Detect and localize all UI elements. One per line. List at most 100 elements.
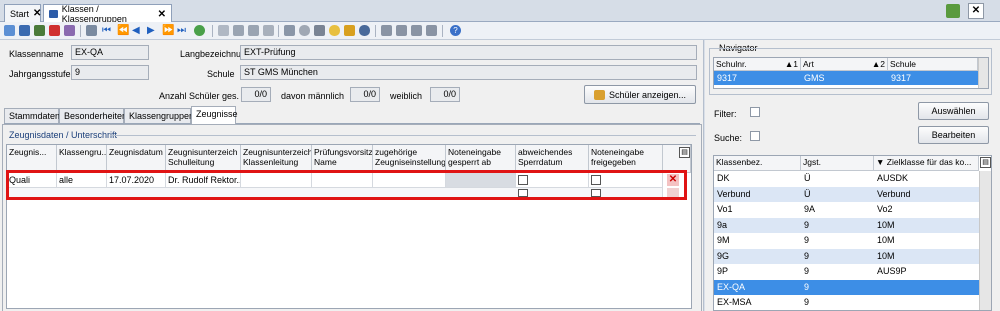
column-chooser-icon[interactable]: ▤: [980, 157, 991, 168]
close-icon[interactable]: ✕: [158, 9, 166, 20]
class-cell-bez: 9P: [717, 266, 729, 276]
col-header-sperrdatum[interactable]: abweichendes Sperrdatum: [516, 145, 589, 173]
class-list: Klassenbez. Jgst. ▼ Zielklasse für das k…: [713, 155, 992, 311]
weiblich-field: 0/0: [430, 87, 460, 102]
help-icon[interactable]: ?: [450, 25, 461, 36]
group-icon[interactable]: [411, 25, 422, 36]
report-icon[interactable]: [314, 25, 325, 36]
refresh-icon[interactable]: [194, 25, 205, 36]
prev-record-icon[interactable]: ◀: [132, 25, 143, 36]
class-cell-jgst: 9A: [804, 204, 816, 214]
class-list-item[interactable]: 9a 9 10M: [714, 217, 979, 233]
class-cell-ziel: AUS9P: [877, 266, 907, 276]
schule-field[interactable]: ST GMS München: [240, 65, 697, 80]
prev-page-icon[interactable]: ⏪: [117, 25, 129, 36]
school-row-selected[interactable]: 9317 GMS 9317: [714, 71, 978, 85]
first-record-icon[interactable]: ⏮: [102, 25, 113, 36]
next-record-icon[interactable]: ▶: [147, 25, 158, 36]
class-list-item[interactable]: Vo1 9A Vo2: [714, 202, 979, 217]
copy-icon[interactable]: [86, 25, 97, 36]
col-klassenbez[interactable]: Klassenbez.: [714, 156, 801, 171]
next-page-icon[interactable]: ⏩: [162, 25, 174, 36]
cut-icon[interactable]: [233, 25, 244, 36]
tag-icon[interactable]: [344, 25, 355, 36]
col-header-klassenleitung[interactable]: Zeugnisunterzeich Klassenleitung: [241, 145, 312, 173]
column-chooser-icon[interactable]: ▤: [679, 147, 690, 158]
col-header-klassengruppe[interactable]: Klassengru...: [57, 145, 107, 173]
schueler-anzeigen-button[interactable]: Schüler anzeigen...: [584, 85, 696, 104]
save-icon[interactable]: [19, 25, 30, 36]
class-list-item[interactable]: 9G 9 10M: [714, 248, 979, 264]
students-icon: [593, 89, 605, 100]
paste-icon[interactable]: [248, 25, 259, 36]
col-art[interactable]: Art ▲2: [801, 58, 888, 71]
col-header-freigegeben[interactable]: Noteneingabe freigegeben: [589, 145, 663, 173]
class-list-item[interactable]: EX-QA 9: [714, 279, 979, 295]
col-header-schulleitung[interactable]: Zeugnisunterzeich Schulleitung: [166, 145, 241, 173]
class-cell-jgst: 9: [804, 266, 810, 276]
filter-checkbox[interactable]: [750, 107, 760, 117]
users-icon[interactable]: [396, 25, 407, 36]
new-icon[interactable]: [4, 25, 15, 36]
delete-icon[interactable]: [49, 25, 60, 36]
col-schule[interactable]: Schule: [888, 58, 978, 71]
suche-label: Suche:: [714, 133, 743, 143]
schueler-anzeigen-label: Schüler anzeigen...: [608, 89, 687, 100]
col-zielklasse[interactable]: ▼ Zielklasse für das ko...: [874, 156, 979, 171]
refresh-icon[interactable]: [946, 4, 960, 18]
langbez-field[interactable]: EXT-Prüfung: [240, 45, 697, 60]
clock-icon[interactable]: [359, 25, 370, 36]
link-icon[interactable]: [263, 25, 274, 36]
undo-icon[interactable]: [34, 25, 45, 36]
print-icon[interactable]: [284, 25, 295, 36]
maennlich-field: 0/0: [350, 87, 380, 102]
maennlich-label: davon männlich: [281, 91, 345, 101]
col-header-zeugnisdatum[interactable]: Zeugnisdatum: [107, 145, 166, 173]
class-cell-jgst: 9: [804, 235, 810, 245]
class-cell-bez: 9M: [717, 235, 730, 245]
toolbar: ⏮ ⏪ ◀ ▶ ⏩ ⏭ ?: [0, 22, 1000, 40]
class-list-item[interactable]: EX-MSA 9: [714, 295, 979, 310]
tab-klassengruppen[interactable]: Klassengruppen: [124, 108, 194, 123]
user-icon[interactable]: [381, 25, 392, 36]
tab-klassen[interactable]: Klassen / Klassengruppen ✕: [43, 4, 172, 24]
tab-besonderheiten[interactable]: Besonderheiten: [59, 108, 127, 123]
close-window-button[interactable]: ✕: [968, 3, 984, 19]
class-list-item[interactable]: 9M 9 10M: [714, 233, 979, 248]
bearbeiten-button[interactable]: Bearbeiten: [918, 126, 989, 144]
auswaehlen-button[interactable]: Auswählen: [918, 102, 989, 120]
col-header-zeugniseinstellung[interactable]: zugehörige Zeugniseinstellung: [373, 145, 446, 173]
class-rows: DK Ü AUSDK Verbund Ü Verbund Vo1 9A Vo2 9a 9 10M 9M 9…: [714, 171, 979, 311]
class-cell-jgst: 9: [804, 219, 810, 230]
klassenname-label: Klassenname: [9, 49, 64, 59]
class-cell-bez: EX-QA: [717, 281, 746, 292]
col-header-gesperrt[interactable]: Noteneingabe gesperrt ab: [446, 145, 516, 173]
class-cell-bez: Verbund: [717, 188, 751, 199]
schule-label: Schule: [207, 69, 235, 79]
close-icon[interactable]: ✕: [33, 8, 41, 19]
export-icon[interactable]: [64, 25, 75, 36]
group-add-icon[interactable]: [426, 25, 437, 36]
tab-start[interactable]: Start ✕: [4, 4, 41, 22]
tab-zeugnisse[interactable]: Zeugnisse: [191, 106, 238, 124]
col-header-zeugnis[interactable]: Zeugnis...: [7, 145, 57, 173]
suche-checkbox[interactable]: [750, 131, 760, 141]
last-record-icon[interactable]: ⏭: [177, 25, 188, 36]
class-list-item[interactable]: 9P 9 AUS9P: [714, 264, 979, 279]
idea-icon[interactable]: [329, 25, 340, 36]
klassenname-field[interactable]: EX-QA: [71, 45, 149, 60]
col-schulnr[interactable]: Schulnr. ▲1: [714, 58, 801, 71]
filter-label: Filter:: [714, 109, 737, 119]
group-title: Zeugnisdaten / Unterschrift: [9, 130, 118, 140]
class-list-item[interactable]: Verbund Ü Verbund: [714, 186, 979, 202]
class-cell-bez: Vo1: [717, 204, 733, 214]
tab-stammdaten[interactable]: Stammdaten: [4, 108, 60, 123]
col-jgst[interactable]: Jgst.: [801, 156, 874, 171]
class-icon: [49, 10, 58, 18]
col-header-pruefungsvorsitz[interactable]: Prüfungsvorsitz Name: [312, 145, 373, 173]
back-icon[interactable]: [218, 25, 229, 36]
jahrgang-field[interactable]: 9: [71, 65, 149, 80]
anzahl-label: Anzahl Schüler ges.: [159, 91, 240, 101]
view-icon[interactable]: [299, 25, 310, 36]
class-list-item[interactable]: DK Ü AUSDK: [714, 171, 979, 186]
